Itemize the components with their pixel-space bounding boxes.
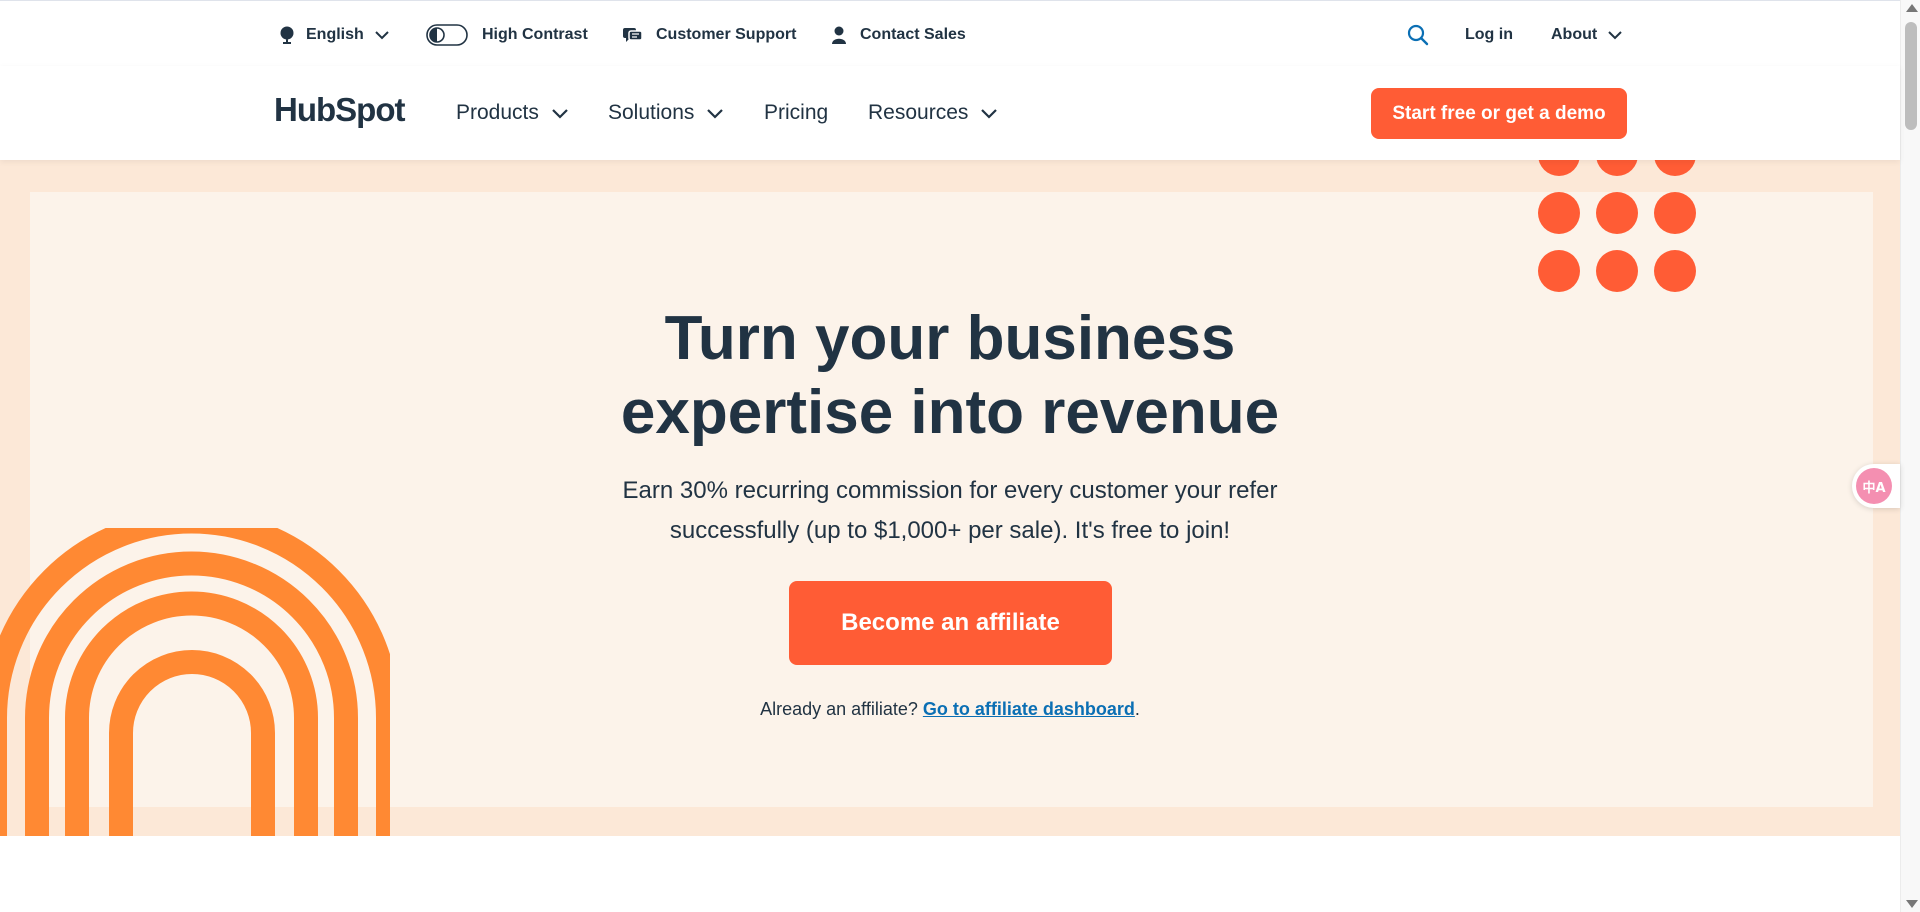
search-button[interactable] bbox=[1406, 23, 1430, 47]
high-contrast-toggle[interactable]: High Contrast bbox=[426, 23, 588, 47]
scroll-up-arrow-icon[interactable] bbox=[1906, 4, 1918, 12]
scroll-down-arrow-icon[interactable] bbox=[1906, 900, 1918, 908]
toggle-icon bbox=[426, 24, 468, 46]
nav-products[interactable]: Products bbox=[456, 100, 569, 126]
chevron-down-icon bbox=[1608, 31, 1622, 40]
about-label: About bbox=[1551, 26, 1598, 43]
trailing-period: . bbox=[1134, 699, 1140, 719]
translate-widget[interactable]: 中A bbox=[1852, 464, 1900, 508]
already-affiliate-text: Already an affiliate? bbox=[760, 699, 923, 719]
person-icon bbox=[832, 26, 846, 44]
globe-icon bbox=[280, 26, 294, 44]
hubspot-logo[interactable]: HubSpot bbox=[274, 90, 405, 130]
page-scrollbar[interactable] bbox=[1900, 0, 1920, 912]
login-link[interactable]: Log in bbox=[1465, 23, 1513, 47]
logo-text: HubSpot bbox=[274, 91, 405, 128]
chevron-down-icon bbox=[375, 31, 389, 40]
nav-pricing-label: Pricing bbox=[764, 101, 829, 124]
nav-resources-label: Resources bbox=[868, 101, 969, 124]
headline-line-1: Turn your business bbox=[664, 304, 1236, 373]
hero-headline: Turn your business expertise into revenu… bbox=[560, 302, 1340, 450]
about-menu[interactable]: About bbox=[1551, 23, 1623, 47]
chevron-down-icon bbox=[981, 108, 998, 119]
affiliate-dashboard-link[interactable]: Go to affiliate dashboard bbox=[923, 699, 1135, 719]
hero-subtext: Earn 30% recurring commission for every … bbox=[580, 471, 1320, 551]
subtext-line-2: successfully (up to $1,000+ per sale). I… bbox=[669, 517, 1231, 544]
affiliate-login-prompt: Already an affiliate? Go to affiliate da… bbox=[560, 699, 1340, 720]
nav-solutions-label: Solutions bbox=[608, 101, 695, 124]
chevron-down-icon bbox=[707, 108, 724, 119]
scroll-thumb[interactable] bbox=[1905, 22, 1917, 130]
nav-products-label: Products bbox=[456, 101, 539, 124]
utility-bar: English High Contrast Customer Support C… bbox=[0, 0, 1900, 66]
search-icon bbox=[1407, 24, 1429, 46]
contact-sales-link[interactable]: Contact Sales bbox=[830, 23, 966, 47]
main-nav: HubSpot Products Solutions Pricing Resou… bbox=[0, 66, 1900, 160]
headline-line-2: expertise into revenue bbox=[620, 378, 1280, 447]
start-free-demo-button[interactable]: Start free or get a demo bbox=[1371, 88, 1627, 139]
chat-bubbles-icon bbox=[623, 28, 643, 42]
nav-solutions[interactable]: Solutions bbox=[608, 100, 724, 126]
language-label: English bbox=[306, 26, 364, 43]
contact-sales-label: Contact Sales bbox=[860, 26, 966, 43]
subtext-line-1: Earn 30% recurring commission for every … bbox=[622, 477, 1278, 504]
high-contrast-label: High Contrast bbox=[482, 26, 588, 43]
login-label: Log in bbox=[1465, 26, 1513, 43]
become-affiliate-button[interactable]: Become an affiliate bbox=[789, 581, 1112, 665]
chevron-down-icon bbox=[552, 108, 568, 119]
nav-resources[interactable]: Resources bbox=[868, 100, 998, 126]
translate-icon: 中A bbox=[1856, 468, 1892, 504]
nav-pricing[interactable]: Pricing bbox=[764, 100, 828, 126]
customer-support-link[interactable]: Customer Support bbox=[622, 23, 796, 47]
customer-support-label: Customer Support bbox=[656, 26, 797, 43]
language-selector[interactable]: English bbox=[278, 23, 390, 47]
decorative-arches bbox=[0, 528, 390, 836]
